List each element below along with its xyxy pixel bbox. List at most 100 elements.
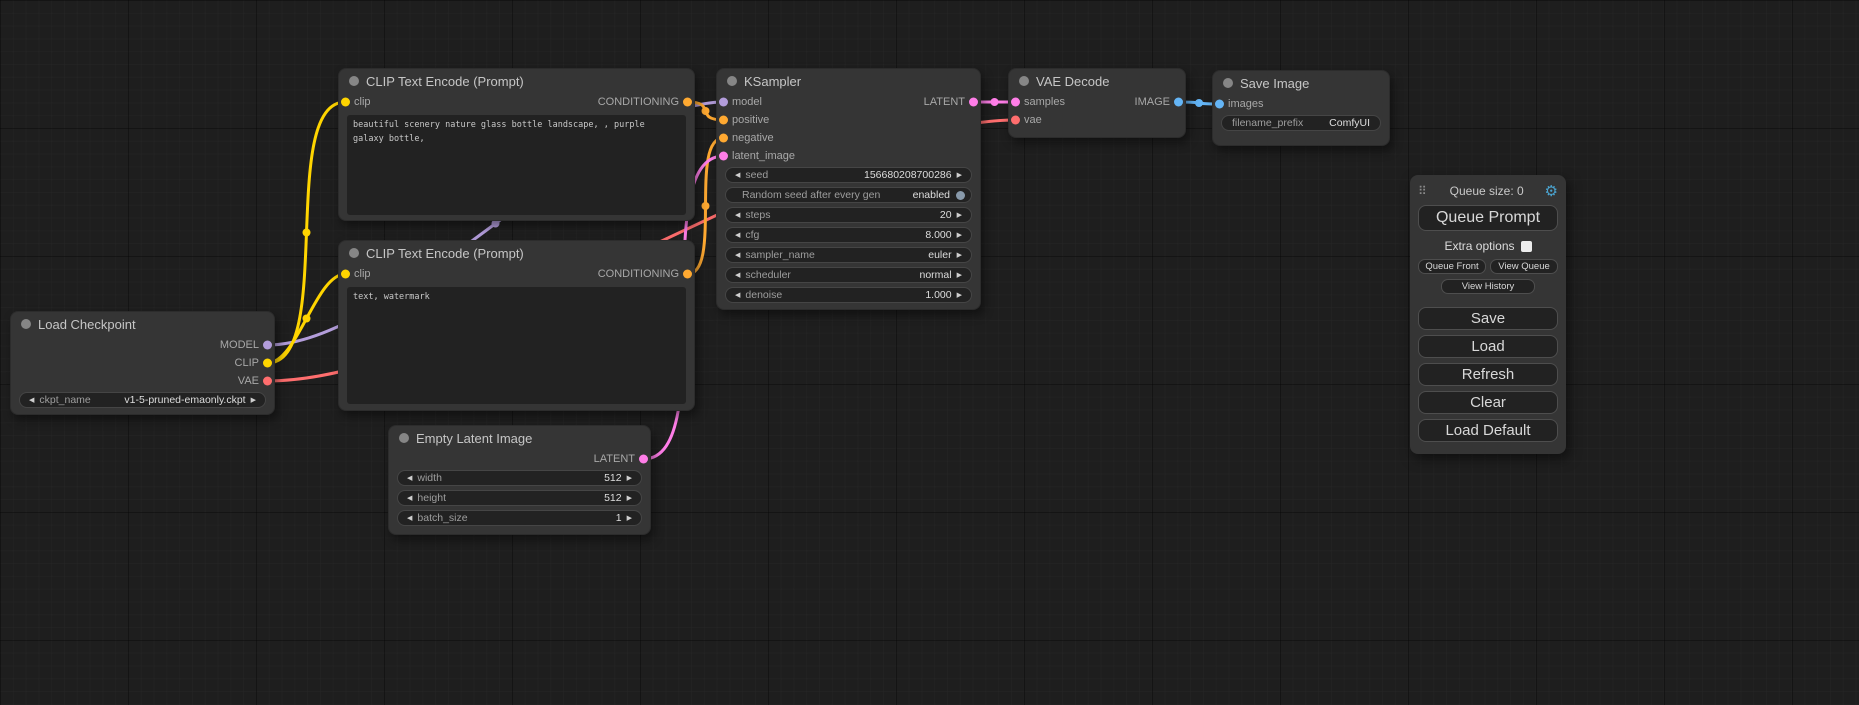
output-dot-model[interactable] (263, 341, 272, 350)
widget-random-seed-toggle[interactable]: Random seed after every gen enabled (725, 187, 972, 203)
output-dot-image[interactable] (1174, 98, 1183, 107)
input-dot-positive[interactable] (719, 116, 728, 125)
increment-arrow-icon[interactable]: ▶ (952, 252, 967, 259)
clear-button[interactable]: Clear (1418, 391, 1558, 414)
node-save-image[interactable]: Save Image images filename_prefix ComfyU… (1212, 70, 1390, 146)
input-dot-model[interactable] (719, 98, 728, 107)
widget-denoise[interactable]: ◀ denoise 1.000 ▶ (725, 287, 972, 303)
queue-prompt-button[interactable]: Queue Prompt (1418, 205, 1558, 231)
node-title-bar[interactable]: Empty Latent Image (389, 426, 650, 450)
input-label: clip (354, 96, 371, 108)
collapse-toggle-icon[interactable] (1019, 76, 1029, 86)
decrement-arrow-icon[interactable]: ◀ (402, 475, 417, 482)
increment-arrow-icon[interactable]: ▶ (952, 232, 967, 239)
collapse-toggle-icon[interactable] (399, 433, 409, 443)
output-dot-latent[interactable] (969, 98, 978, 107)
decrement-arrow-icon[interactable]: ◀ (730, 212, 745, 219)
increment-arrow-icon[interactable]: ▶ (622, 495, 637, 502)
refresh-button[interactable]: Refresh (1418, 363, 1558, 386)
output-dot-conditioning[interactable] (683, 98, 692, 107)
queue-front-button[interactable]: Queue Front (1418, 259, 1486, 274)
node-title: VAE Decode (1036, 74, 1109, 89)
extra-options-label: Extra options (1444, 239, 1514, 253)
widget-value: 512 (604, 492, 622, 504)
input-dot-vae[interactable] (1011, 116, 1020, 125)
decrement-arrow-icon[interactable]: ◀ (730, 172, 745, 179)
menu-header: ⠿ Queue size: 0 ⚙ (1418, 182, 1558, 200)
output-slot-clip: CLIP (11, 354, 274, 372)
input-dot-clip[interactable] (341, 98, 350, 107)
output-dot-vae[interactable] (263, 377, 272, 386)
increment-arrow-icon[interactable]: ▶ (952, 212, 967, 219)
decrement-arrow-icon[interactable]: ◀ (730, 272, 745, 279)
collapse-toggle-icon[interactable] (1223, 78, 1233, 88)
widget-ckpt-name[interactable]: ◀ ckpt_name v1-5-pruned-emaonly.ckpt ▶ (19, 392, 266, 408)
load-default-button[interactable]: Load Default (1418, 419, 1558, 442)
positive-prompt-textarea[interactable]: beautiful scenery nature glass bottle la… (347, 115, 686, 215)
input-dot-negative[interactable] (719, 134, 728, 143)
decrement-arrow-icon[interactable]: ◀ (730, 292, 745, 299)
input-dot-images[interactable] (1215, 100, 1224, 109)
output-dot-clip[interactable] (263, 359, 272, 368)
negative-prompt-textarea[interactable]: text, watermark (347, 287, 686, 404)
view-queue-button[interactable]: View Queue (1490, 259, 1558, 274)
widget-sampler-name[interactable]: ◀ sampler_name euler ▶ (725, 247, 972, 263)
widget-label: sampler_name (745, 249, 814, 261)
output-slot-latent: LATENT (389, 450, 650, 468)
node-vae-decode[interactable]: VAE Decode samples IMAGE vae (1008, 68, 1186, 138)
wire-clip (268, 102, 346, 363)
gear-icon[interactable]: ⚙ (1545, 182, 1558, 200)
output-dot-conditioning[interactable] (683, 270, 692, 279)
drag-handle-icon[interactable]: ⠿ (1418, 184, 1427, 198)
decrement-arrow-icon[interactable]: ◀ (402, 495, 417, 502)
increment-arrow-icon[interactable]: ▶ (952, 292, 967, 299)
decrement-arrow-icon[interactable]: ◀ (402, 515, 417, 522)
node-clip-text-encode-positive[interactable]: CLIP Text Encode (Prompt) clip CONDITION… (338, 68, 695, 221)
widget-filename-prefix[interactable]: filename_prefix ComfyUI (1221, 115, 1381, 131)
decrement-arrow-icon[interactable]: ◀ (24, 397, 39, 404)
widget-value: 1.000 (925, 289, 951, 301)
toggle-state-dot[interactable] (956, 191, 965, 200)
node-clip-text-encode-negative[interactable]: CLIP Text Encode (Prompt) clip CONDITION… (338, 240, 695, 411)
widget-width[interactable]: ◀ width 512 ▶ (397, 470, 642, 486)
widget-steps[interactable]: ◀ steps 20 ▶ (725, 207, 972, 223)
node-load-checkpoint[interactable]: Load Checkpoint MODEL CLIP VAE ◀ ckpt_na… (10, 311, 275, 415)
node-title-bar[interactable]: Save Image (1213, 71, 1389, 95)
node-title-bar[interactable]: CLIP Text Encode (Prompt) (339, 69, 694, 93)
view-history-button[interactable]: View History (1441, 279, 1535, 294)
collapse-toggle-icon[interactable] (727, 76, 737, 86)
input-dot-clip[interactable] (341, 270, 350, 279)
widget-label: width (417, 472, 442, 484)
widget-value: 8.000 (925, 229, 951, 241)
load-button[interactable]: Load (1418, 335, 1558, 358)
widget-scheduler[interactable]: ◀ scheduler normal ▶ (725, 267, 972, 283)
increment-arrow-icon[interactable]: ▶ (622, 515, 637, 522)
input-dot-latent-image[interactable] (719, 152, 728, 161)
save-button[interactable]: Save (1418, 307, 1558, 330)
widget-batch-size[interactable]: ◀ batch_size 1 ▶ (397, 510, 642, 526)
input-dot-samples[interactable] (1011, 98, 1020, 107)
extra-options-checkbox[interactable] (1521, 241, 1532, 252)
node-title-bar[interactable]: Load Checkpoint (11, 312, 274, 336)
output-dot-latent[interactable] (639, 455, 648, 464)
collapse-toggle-icon[interactable] (21, 319, 31, 329)
input-label: images (1228, 98, 1263, 110)
increment-arrow-icon[interactable]: ▶ (622, 475, 637, 482)
widget-height[interactable]: ◀ height 512 ▶ (397, 490, 642, 506)
node-empty-latent-image[interactable]: Empty Latent Image LATENT ◀ width 512 ▶ … (388, 425, 651, 535)
collapse-toggle-icon[interactable] (349, 248, 359, 258)
node-title-bar[interactable]: KSampler (717, 69, 980, 93)
widget-cfg[interactable]: ◀ cfg 8.000 ▶ (725, 227, 972, 243)
widget-seed[interactable]: ◀ seed 156680208700286 ▶ (725, 167, 972, 183)
widget-label: cfg (745, 229, 759, 241)
widget-label: steps (745, 209, 770, 221)
node-title-bar[interactable]: VAE Decode (1009, 69, 1185, 93)
increment-arrow-icon[interactable]: ▶ (246, 397, 261, 404)
increment-arrow-icon[interactable]: ▶ (952, 172, 967, 179)
increment-arrow-icon[interactable]: ▶ (952, 272, 967, 279)
node-title-bar[interactable]: CLIP Text Encode (Prompt) (339, 241, 694, 265)
node-ksampler[interactable]: KSampler model LATENT positive negative … (716, 68, 981, 310)
collapse-toggle-icon[interactable] (349, 76, 359, 86)
decrement-arrow-icon[interactable]: ◀ (730, 252, 745, 259)
decrement-arrow-icon[interactable]: ◀ (730, 232, 745, 239)
